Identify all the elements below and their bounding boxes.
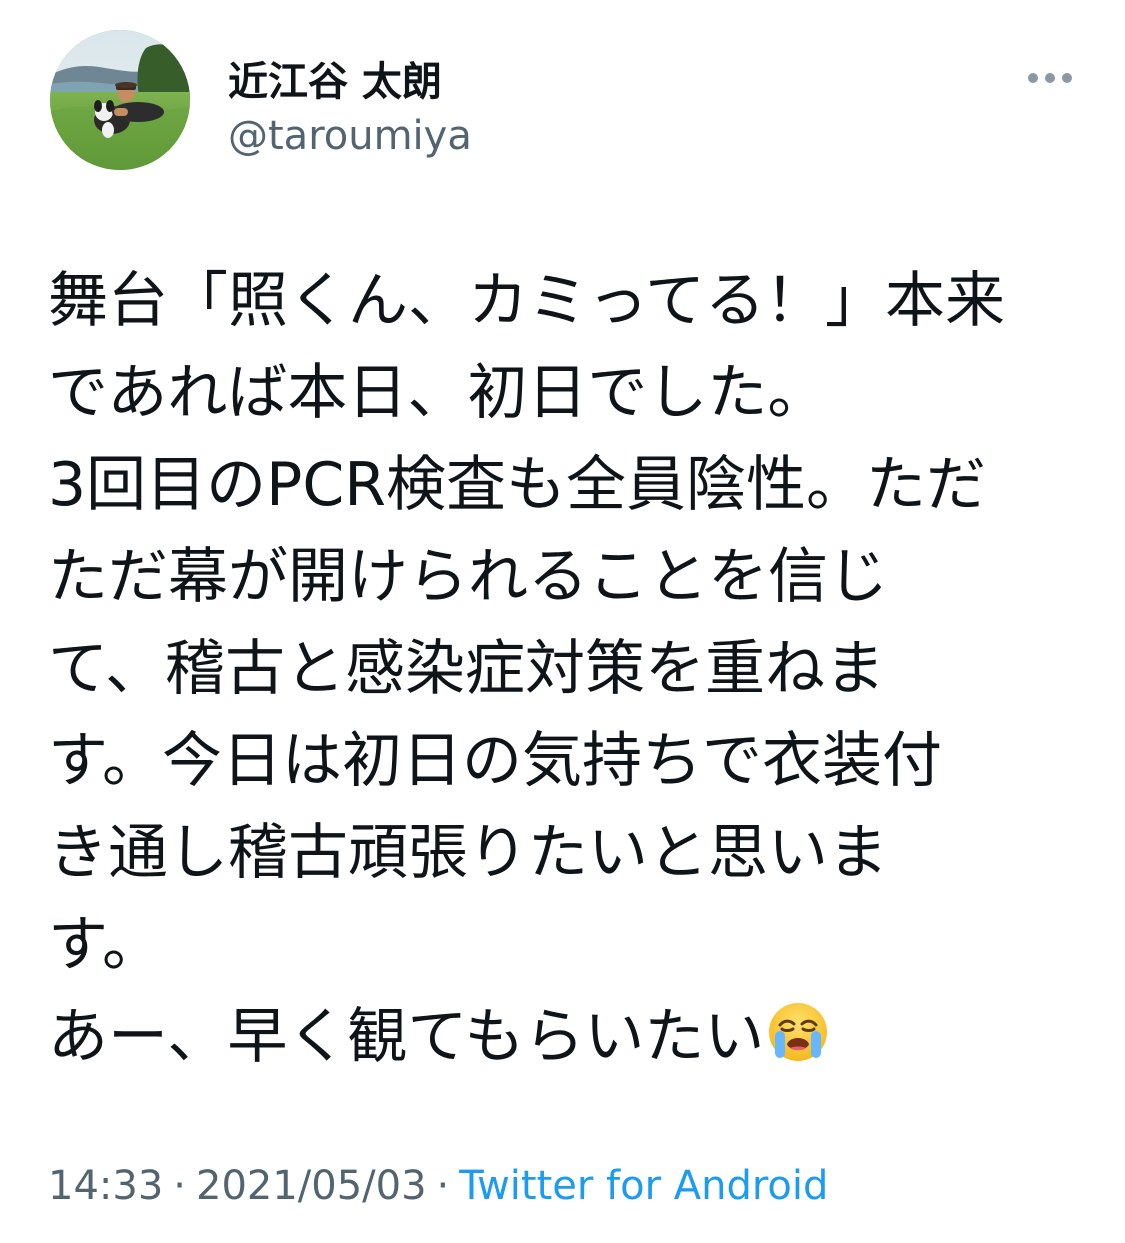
tweet-text-line: て、稽古と感染症対策を重ねま xyxy=(48,634,885,704)
more-horizontal-icon xyxy=(1045,73,1055,83)
tweet-text-line: き通し稽古頑張りたいと思いま xyxy=(48,818,888,888)
tweet-meta: 14:33 · 2021/05/03 · Twitter for Android xyxy=(48,1160,828,1212)
tweet-text: 舞台「照くん、カミってる！」本来 であれば本日、初日でした。 3回目のPCR検査… xyxy=(48,255,1078,1083)
more-options-button[interactable] xyxy=(1021,56,1079,100)
tweet-source-link[interactable]: Twitter for Android xyxy=(459,1163,828,1209)
tweet-text-line: あー、早く観てもらいたい xyxy=(48,1002,765,1072)
tweet-time[interactable]: 14:33 xyxy=(48,1163,163,1209)
tweet-date[interactable]: 2021/05/03 xyxy=(196,1163,427,1209)
more-horizontal-icon xyxy=(1062,73,1072,83)
tweet-text-line: ただ幕が開けられることを信じ xyxy=(48,542,888,612)
avatar[interactable] xyxy=(50,30,190,170)
tweet-text-line: す。今日は初日の気持ちで衣装付 xyxy=(48,726,942,796)
tweet-text-line: 舞台「照くん、カミってる！」本来 xyxy=(48,266,1005,336)
tweet-text-last-line: あー、早く観てもらいたい xyxy=(48,991,1078,1083)
tweet-text-line: 3回目のPCR検査も全員陰性。ただ xyxy=(48,450,986,520)
author-display-name[interactable]: 近江谷 太朗 xyxy=(228,58,442,106)
tweet-card: 近江谷 太朗 @taroumiya 舞台「照くん、カミってる！」本来 であれば本… xyxy=(0,0,1125,1243)
crying-face-icon xyxy=(766,1000,830,1064)
author-handle[interactable]: @taroumiya xyxy=(228,112,472,160)
more-horizontal-icon xyxy=(1028,73,1038,83)
meta-separator: · xyxy=(436,1163,450,1209)
meta-separator: · xyxy=(173,1163,186,1209)
avatar-image xyxy=(50,30,190,170)
tweet-text-line: であれば本日、初日でした。 xyxy=(48,358,828,428)
tweet-text-line: す。 xyxy=(48,910,162,980)
